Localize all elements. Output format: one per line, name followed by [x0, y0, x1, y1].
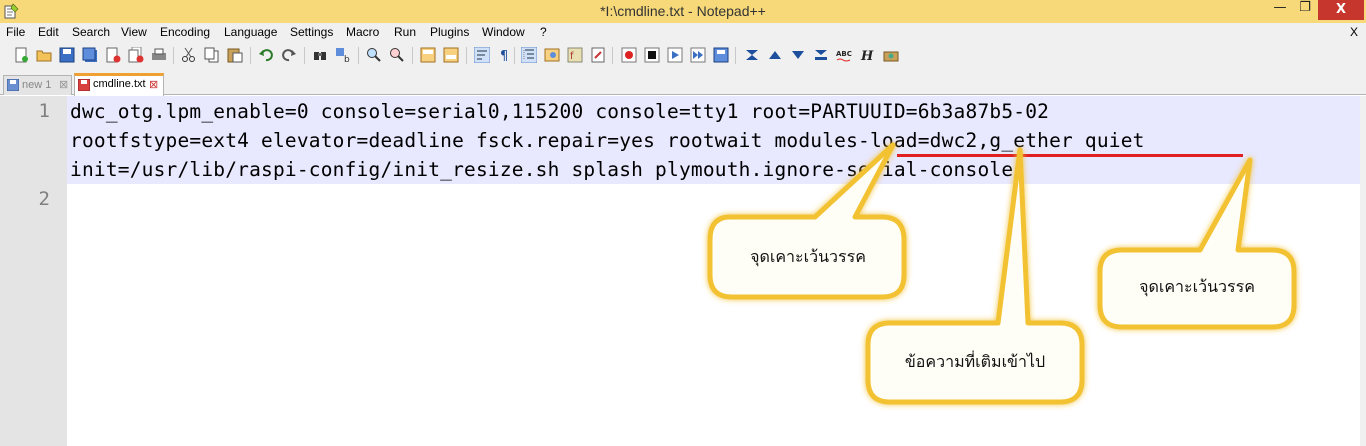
cut-icon[interactable]: [181, 47, 197, 63]
toolbar-separator: [250, 47, 251, 64]
word-wrap-icon[interactable]: [474, 47, 490, 63]
replace-icon[interactable]: b: [335, 47, 351, 63]
svg-text:b: b: [344, 55, 350, 63]
toolbar-separator: [358, 47, 359, 64]
svg-text:H: H: [860, 49, 874, 63]
tab-label: new 1: [22, 79, 52, 91]
open-file-icon[interactable]: [36, 47, 52, 63]
code-line[interactable]: init=/usr/lib/raspi-config/init_resize.s…: [70, 158, 1025, 181]
trim-icon[interactable]: [744, 47, 760, 63]
html-tag-icon[interactable]: H: [859, 47, 875, 63]
toolbar-separator: [304, 47, 305, 64]
title-bar: *I:\cmdline.txt - Notepad++ — ❐ X: [0, 0, 1366, 23]
svg-text:f: f: [570, 51, 574, 62]
vertical-scrollbar[interactable]: [1360, 96, 1366, 446]
save-all-icon[interactable]: [82, 47, 98, 63]
toolbar-separator: [612, 47, 613, 64]
close-icon[interactable]: [105, 47, 121, 63]
tab-close-icon[interactable]: ⊠: [59, 78, 68, 91]
toolbar-separator: [412, 47, 413, 64]
indent-guide-icon[interactable]: [521, 47, 537, 63]
menu-file[interactable]: File: [6, 25, 25, 39]
menu-window[interactable]: Window: [482, 25, 525, 39]
save-macro-icon[interactable]: [713, 47, 729, 63]
folder-workspace-icon[interactable]: [590, 47, 606, 63]
menu-macro[interactable]: Macro: [346, 25, 379, 39]
menu-help[interactable]: ?: [540, 25, 547, 39]
line-number-gutter: 1 2: [0, 96, 67, 446]
doc-map-icon[interactable]: [544, 47, 560, 63]
sync-vertical-icon[interactable]: [420, 47, 436, 63]
window-title: *I:\cmdline.txt - Notepad++: [600, 3, 766, 19]
menu-encoding[interactable]: Encoding: [160, 25, 210, 39]
sort-icon[interactable]: [813, 47, 829, 63]
play-macro-icon[interactable]: [667, 47, 683, 63]
menu-view[interactable]: View: [121, 25, 147, 39]
callout-text: ข้อความที่เติมเข้าไป: [904, 352, 1046, 371]
toolbar-separator: [735, 47, 736, 64]
editor[interactable]: 1 2 dwc_otg.lpm_enable=0 console=serial0…: [0, 96, 1366, 446]
maximize-button[interactable]: ❐: [1294, 0, 1316, 20]
menu-language[interactable]: Language: [224, 25, 277, 39]
save-icon: [7, 79, 19, 91]
toolbar-separator: [466, 47, 467, 64]
redo-icon[interactable]: [281, 47, 297, 63]
function-list-icon[interactable]: f: [567, 47, 583, 63]
up-icon[interactable]: [767, 47, 783, 63]
code-line[interactable]: rootfstype=ext4 elevator=deadline fsck.r…: [70, 129, 1145, 152]
zoom-in-icon[interactable]: [366, 47, 382, 63]
toolbar-separator: [514, 47, 515, 64]
svg-text:ABC: ABC: [836, 50, 852, 58]
save-icon[interactable]: [59, 47, 75, 63]
tab-new-1[interactable]: new 1 ⊠: [3, 75, 72, 95]
record-macro-icon[interactable]: [621, 47, 637, 63]
down-icon[interactable]: [790, 47, 806, 63]
stop-macro-icon[interactable]: [644, 47, 660, 63]
run-macro-multiple-icon[interactable]: [690, 47, 706, 63]
toolbar: b ¶ f ABC H: [0, 42, 1366, 70]
show-all-chars-icon[interactable]: ¶: [497, 47, 513, 63]
menu-edit[interactable]: Edit: [38, 25, 59, 39]
tab-cmdline[interactable]: cmdline.txt ⊠: [74, 73, 164, 96]
menu-search[interactable]: Search: [72, 25, 110, 39]
plugin-icon[interactable]: [883, 47, 899, 63]
spell-check-icon[interactable]: ABC: [836, 47, 852, 63]
menu-bar: File Edit Search View Encoding Language …: [0, 23, 1366, 42]
svg-text:¶: ¶: [500, 49, 508, 63]
menu-run[interactable]: Run: [394, 25, 416, 39]
paste-icon[interactable]: [227, 47, 243, 63]
close-all-icon[interactable]: [128, 47, 144, 63]
tab-bar: new 1 ⊠ cmdline.txt ⊠: [0, 70, 1366, 96]
added-text-underline: [897, 154, 1243, 157]
code-line[interactable]: dwc_otg.lpm_enable=0 console=serial0,115…: [70, 100, 1049, 123]
new-file-icon[interactable]: [13, 47, 29, 63]
menu-plugins[interactable]: Plugins: [430, 25, 469, 39]
undo-icon[interactable]: [258, 47, 274, 63]
close-window-button[interactable]: X: [1318, 0, 1364, 20]
line-number: 1: [38, 100, 50, 122]
tab-close-icon[interactable]: ⊠: [149, 78, 158, 91]
minimize-button[interactable]: —: [1266, 0, 1294, 20]
line-number: 2: [38, 188, 50, 210]
menu-settings[interactable]: Settings: [290, 25, 333, 39]
callout-text: จุดเคาะเว้นวรรค: [750, 247, 866, 266]
callout-text: จุดเคาะเว้นวรรค: [1139, 277, 1255, 296]
find-icon[interactable]: [312, 47, 328, 63]
zoom-out-icon[interactable]: [389, 47, 405, 63]
toolbar-separator: [173, 47, 174, 64]
sync-horizontal-icon[interactable]: [443, 47, 459, 63]
print-icon[interactable]: [151, 47, 167, 63]
close-document-button[interactable]: X: [1350, 25, 1358, 39]
tab-label: cmdline.txt: [93, 78, 146, 90]
copy-icon[interactable]: [204, 47, 220, 63]
save-icon: [78, 79, 90, 91]
